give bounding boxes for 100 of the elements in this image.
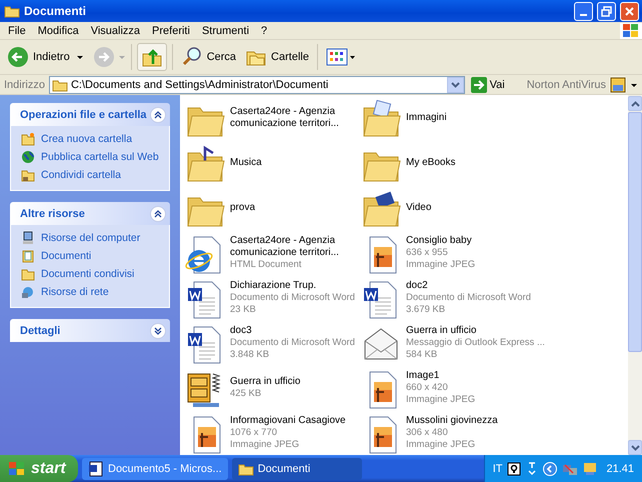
close-button[interactable] [620, 2, 639, 20]
file-detail: HTML Document [230, 259, 302, 271]
file-name[interactable]: Guerra in ufficio [406, 325, 476, 337]
file-name[interactable]: Caserta24ore - Agenzia comunicazione territori... [230, 106, 360, 130]
panel-title: Altre risorse [20, 208, 85, 220]
address-label: Indirizzo [4, 78, 45, 90]
collapse-icon[interactable] [150, 106, 166, 122]
file-detail: Immagine JPEG [406, 439, 476, 451]
scroll-down-button[interactable] [628, 440, 642, 455]
file-detail: 584 KB [406, 349, 438, 361]
back-button[interactable]: Indietro [4, 43, 73, 71]
file-detail: Documento di Microsoft Word [406, 292, 531, 304]
scroll-thumb[interactable] [628, 112, 642, 352]
menu-item[interactable]: ? [255, 24, 274, 36]
task-link[interactable]: Documenti [41, 250, 92, 262]
document-icon [88, 460, 104, 476]
file-name[interactable]: Dichiarazione Trup. [230, 280, 316, 292]
address-field[interactable]: C:\Documents and Settings\Administrator\Documenti [48, 76, 465, 94]
file-detail: 306 x 480 [406, 427, 448, 439]
help-icon[interactable] [507, 462, 522, 476]
file-detail: 23 KB [230, 304, 256, 316]
close-icon [624, 6, 635, 16]
chevron-down-icon [450, 82, 460, 88]
network-icon [21, 285, 35, 299]
task-link[interactable]: Risorse del computer [41, 232, 140, 244]
file-name[interactable]: doc3 [230, 325, 252, 337]
menu-item[interactable]: Preferiti [146, 24, 196, 36]
file-name[interactable]: Image1 [406, 370, 440, 382]
task-link[interactable]: Pubblica cartella sul Web [41, 151, 159, 163]
task-link[interactable]: Condividi cartella [41, 169, 121, 181]
taskbar-button[interactable]: Documento5 - Micros... [82, 458, 228, 480]
menu-item[interactable]: Modifica [32, 24, 85, 36]
file-name[interactable]: Consiglio baby [406, 235, 472, 247]
minimize-icon [580, 14, 587, 16]
chevron-down-icon [630, 444, 640, 450]
computer-icon [21, 231, 35, 245]
file-detail: Documento di Microsoft Word [230, 292, 355, 304]
file-detail: 660 x 420 [406, 382, 448, 394]
folder-up-button[interactable] [136, 43, 167, 71]
folder-icon [52, 78, 68, 92]
folder-icon [4, 4, 20, 18]
file-name[interactable]: My eBooks [406, 157, 456, 169]
views-icon [326, 47, 356, 67]
show-hidden-icon[interactable] [543, 462, 558, 476]
panel-header[interactable]: Altre risorse [10, 202, 170, 225]
dropdown-arrow-icon[interactable] [76, 53, 84, 61]
go-button[interactable]: Vai [468, 76, 519, 92]
file-name[interactable]: prova [230, 202, 256, 214]
globe-icon [21, 150, 35, 164]
file-name[interactable]: Immagini [406, 112, 447, 124]
menu-item[interactable]: Visualizza [84, 24, 146, 36]
file-name[interactable]: Informagiovani Casagiove [230, 415, 346, 427]
dropdown-button[interactable] [446, 76, 464, 92]
file-detail: Immagine JPEG [406, 394, 476, 406]
file-detail: Documento di Microsoft Word [230, 337, 355, 349]
file-name[interactable]: doc2 [406, 280, 428, 292]
arrows-icon[interactable] [526, 462, 538, 476]
file-detail: 3.848 KB [230, 349, 270, 361]
folder-icon [238, 462, 254, 476]
file-detail: 1076 x 770 [230, 427, 278, 439]
window-title: Documenti [24, 4, 86, 18]
file-detail: Immagine JPEG [406, 259, 476, 271]
expand-icon[interactable] [150, 322, 166, 338]
menu-item[interactable]: Strumenti [196, 24, 256, 36]
windows-logo-icon [8, 460, 26, 476]
task-link[interactable]: Crea nuova cartella [41, 133, 132, 145]
antivirus-icon[interactable] [610, 76, 626, 92]
file-detail: 3.679 KB [406, 304, 446, 316]
restore-icon [601, 6, 612, 16]
panel-title: Operazioni file e cartella [20, 108, 147, 120]
file-name[interactable]: Video [406, 202, 432, 214]
panel-header[interactable]: Operazioni file e cartella [10, 103, 170, 126]
arrow-right-icon [470, 76, 487, 92]
collapse-icon[interactable] [150, 206, 166, 222]
file-detail: Messaggio di Outlook Express ... [406, 337, 545, 349]
folder-icon [21, 267, 35, 281]
search-icon [180, 46, 203, 68]
search-button[interactable]: Cerca [178, 43, 240, 71]
file-name[interactable]: Caserta24ore - Agenzia comunicazione territori... [230, 235, 360, 259]
file-detail: 636 x 955 [406, 247, 448, 259]
panel-header[interactable]: Dettagli [10, 319, 170, 342]
restore-button[interactable] [597, 2, 616, 20]
task-link[interactable]: Documenti condivisi [41, 268, 134, 280]
folder-icon [21, 132, 35, 146]
clock: 21.41 [606, 462, 634, 474]
panel-title: Dettagli [20, 324, 60, 336]
taskbar-button[interactable]: Documenti [232, 458, 362, 480]
task-link[interactable]: Risorse di rete [41, 286, 109, 298]
file-name[interactable]: Mussolini giovinezza [406, 415, 498, 427]
menu-item[interactable]: File [2, 24, 32, 36]
windows-logo-icon [620, 22, 642, 38]
toolbar-label: Norton AntiVirus [526, 78, 606, 90]
chevron-up-icon [630, 100, 640, 106]
file-name[interactable]: Musica [230, 157, 262, 169]
folders-button[interactable]: Cartelle [242, 43, 312, 71]
file-detail: Immagine JPEG [230, 439, 300, 451]
documents-icon [21, 249, 35, 263]
file-name[interactable]: Guerra in ufficio [230, 376, 300, 388]
minimize-button[interactable] [574, 2, 593, 20]
scroll-up-button[interactable] [628, 96, 642, 111]
